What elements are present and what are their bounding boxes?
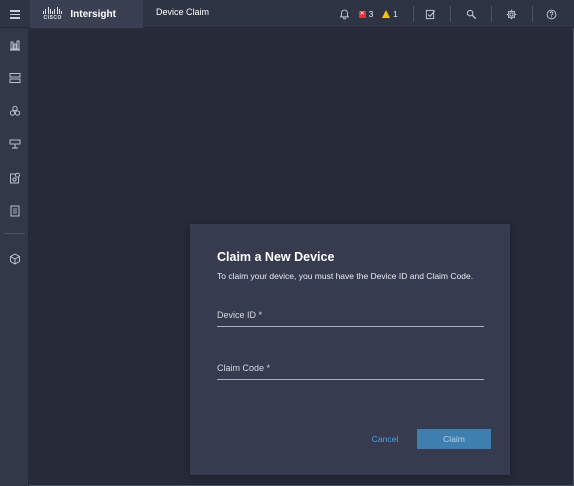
search-button[interactable] — [463, 0, 479, 28]
dialog-title: Claim a New Device — [217, 250, 335, 264]
critical-alarms-button[interactable]: ✕ 3 — [357, 0, 375, 28]
sidebar-item-software-repository[interactable] — [0, 246, 29, 272]
brand-area[interactable]: CISCO Intersight — [30, 0, 143, 28]
warning-alarms-button[interactable]: 1 — [380, 0, 400, 28]
sidebar-item-fabric-interconnects[interactable] — [0, 131, 29, 157]
sidebar-divider — [4, 233, 25, 234]
servers-icon — [9, 73, 20, 83]
search-icon — [466, 9, 476, 19]
bell-icon — [339, 9, 349, 19]
hamburger-icon — [9, 10, 20, 19]
cisco-wordmark: CISCO — [43, 15, 62, 21]
claim-device-dialog: Claim a New Device To claim your device,… — [190, 224, 510, 475]
claim-code-field — [217, 356, 484, 380]
sidebar-item-profiles[interactable] — [0, 198, 29, 224]
notifications-button[interactable] — [336, 0, 352, 28]
sidebar-item-servers[interactable] — [0, 65, 29, 91]
sidebar-item-dashboards[interactable] — [0, 32, 29, 58]
warning-icon — [382, 10, 391, 18]
fabric-interconnect-icon — [9, 139, 20, 149]
settings-button[interactable] — [503, 0, 519, 28]
policies-icon — [9, 172, 20, 184]
help-icon — [546, 9, 556, 19]
claim-button[interactable]: Claim — [417, 429, 491, 449]
cisco-logo: CISCO — [43, 7, 63, 21]
tasks-icon — [425, 9, 435, 19]
error-icon: ✕ — [358, 10, 366, 18]
profiles-icon — [10, 205, 19, 217]
critical-alarm-count: 3 — [368, 9, 374, 19]
hyperflex-icon — [9, 105, 20, 116]
dashboard-icon — [9, 40, 20, 51]
divider — [532, 6, 533, 22]
divider — [450, 6, 451, 22]
dialog-subtitle: To claim your device, you must have the … — [217, 271, 474, 281]
page-title: Device Claim — [156, 7, 210, 17]
sidebar-item-policies[interactable] — [0, 165, 29, 191]
requests-button[interactable] — [422, 0, 438, 28]
device-id-field — [217, 303, 484, 327]
gear-icon — [506, 9, 516, 19]
help-button[interactable] — [543, 0, 559, 28]
claim-code-input[interactable] — [217, 356, 484, 379]
sidebar — [0, 28, 29, 486]
top-bar: CISCO Intersight Device Claim ✕ 3 1 — [0, 0, 574, 28]
software-repository-icon — [9, 253, 20, 265]
device-id-input[interactable] — [217, 303, 484, 326]
sidebar-item-hyperflex[interactable] — [0, 98, 29, 124]
divider — [491, 6, 492, 22]
brand-name: Intersight — [70, 8, 116, 20]
cancel-button[interactable]: Cancel — [365, 429, 405, 449]
menu-toggle-button[interactable] — [0, 0, 29, 28]
warning-alarm-count: 1 — [393, 9, 398, 19]
divider — [413, 6, 414, 22]
